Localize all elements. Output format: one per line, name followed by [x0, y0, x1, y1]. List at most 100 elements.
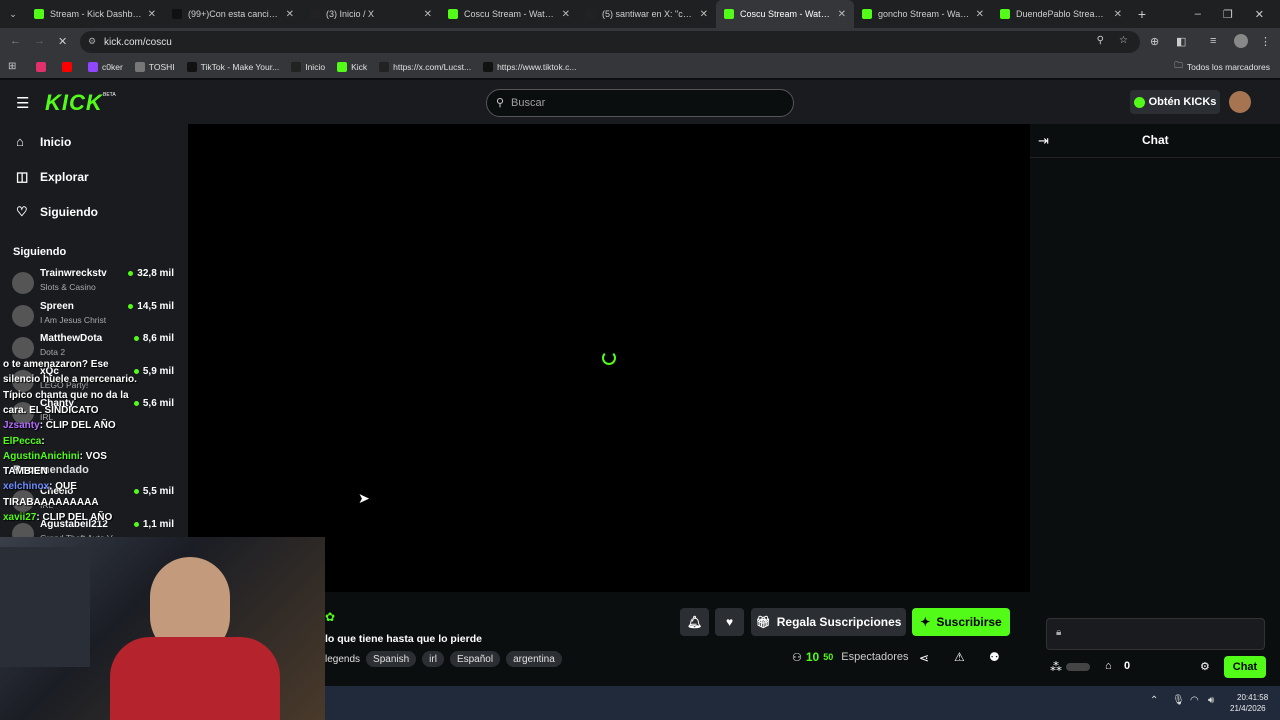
- viewer-count-text: 1,1 mil: [142, 518, 174, 530]
- browser-tab[interactable]: (5) santiwar en X: "coscu c ✕: [578, 0, 716, 28]
- minimize-icon[interactable]: –: [1195, 8, 1201, 21]
- tab-title: (99+)Con esta canción m: [188, 9, 280, 19]
- close-tab-icon[interactable]: ✕: [286, 9, 294, 20]
- bookmark-item[interactable]: [36, 62, 50, 72]
- kick-icon: [34, 9, 44, 19]
- share-icon[interactable]: ⋖: [919, 651, 929, 665]
- report-icon[interactable]: ⚠: [954, 650, 965, 664]
- chat-send-button[interactable]: Chat: [1224, 656, 1266, 678]
- x-icon: [291, 62, 302, 72]
- back-icon[interactable]: ←: [10, 35, 21, 47]
- volume-icon[interactable]: 🔊︎: [1208, 695, 1214, 706]
- new-tab-icon[interactable]: +: [1130, 6, 1154, 22]
- kick-logo[interactable]: KICK: [45, 90, 103, 116]
- follow-heart-button[interactable]: ♥: [715, 608, 744, 636]
- maximize-icon[interactable]: ❐: [1223, 8, 1233, 21]
- channel-item[interactable]: Trainwreckstv Slots & Casino 32,8 mil: [12, 268, 180, 298]
- x-icon: [586, 9, 596, 19]
- get-kicks-button[interactable]: Obtén KICKs: [1130, 90, 1220, 114]
- browser-tab[interactable]: (3) Inicio / X ✕: [302, 0, 440, 28]
- hamburger-menu-icon[interactable]: ☰: [16, 94, 29, 112]
- tab-search-icon[interactable]: ⌄: [0, 0, 26, 28]
- extension-icon[interactable]: ⊕: [1150, 35, 1159, 48]
- bookmark-item[interactable]: https://www.tiktok.c...: [483, 62, 576, 72]
- close-tab-icon[interactable]: ✕: [700, 9, 708, 20]
- nav-label: Inicio: [40, 134, 72, 149]
- media-icon[interactable]: ≡: [1210, 35, 1216, 47]
- bookmark-item[interactable]: c0ker: [88, 62, 123, 72]
- stream-tag[interactable]: Spanish: [366, 651, 417, 667]
- browser-tab[interactable]: goncho Stream - Watch L ✕: [854, 0, 992, 28]
- close-tab-icon[interactable]: ✕: [424, 9, 432, 20]
- chat-input[interactable]: 🔒︎: [1046, 618, 1265, 650]
- site-info-icon[interactable]: ⚙: [88, 36, 96, 47]
- close-tab-icon[interactable]: ✕: [148, 9, 156, 20]
- forward-icon[interactable]: →: [34, 35, 45, 47]
- zoom-icon[interactable]: ⚲: [1097, 35, 1104, 46]
- puzzle-icon[interactable]: ◧: [1176, 35, 1186, 48]
- search-input[interactable]: ⚲ Buscar: [486, 89, 794, 117]
- tab-title: Stream - Kick Dashboard: [50, 9, 142, 19]
- profile-avatar[interactable]: [1234, 34, 1248, 48]
- browser-tab[interactable]: Coscu Stream - Watch Liv ✕: [716, 0, 854, 28]
- bookmark-item[interactable]: TOSHI: [134, 62, 175, 72]
- user-avatar[interactable]: [1229, 91, 1251, 113]
- lock-icon: 🔒︎: [1056, 627, 1062, 638]
- wifi-icon[interactable]: ◠: [1190, 695, 1199, 706]
- store-icon[interactable]: ⌂: [1105, 660, 1112, 672]
- bookmark-item[interactable]: https://x.com/Lucst...: [379, 62, 471, 72]
- channel-name: Trainwreckstv: [40, 268, 107, 279]
- user-options-icon[interactable]: ⚉: [989, 650, 1000, 664]
- url-field[interactable]: ⚙ kick.com/coscu ⚲ ☆: [80, 31, 1140, 53]
- overlay-chat-text: : CLIP DEL AÑO: [36, 512, 113, 523]
- apps-icon[interactable]: ⊞: [8, 61, 16, 72]
- overlay-chat-text: : VOS: [79, 450, 107, 462]
- emote-icon[interactable]: ⁂: [1050, 660, 1062, 674]
- browser-tab[interactable]: (99+)Con esta canción m ✕: [164, 0, 302, 28]
- browser-tab[interactable]: Stream - Kick Dashboard ✕: [26, 0, 164, 28]
- stream-title: lo que tiene hasta que lo pierde: [325, 633, 482, 645]
- star-icon[interactable]: ☆: [1119, 35, 1128, 46]
- bookmark-item[interactable]: TikTok - Make Your...: [186, 62, 279, 72]
- browser-tab[interactable]: Coscu Stream - Watch Liv ✕: [440, 0, 578, 28]
- menu-icon[interactable]: ⋮: [1260, 35, 1271, 48]
- close-window-icon[interactable]: ✕: [1255, 8, 1264, 21]
- overlay-chat-line: xelchinox: QUE: [3, 481, 77, 492]
- chat-settings-icon[interactable]: ⚙: [1200, 660, 1210, 673]
- close-tab-icon[interactable]: ✕: [562, 9, 570, 20]
- nav-item-home[interactable]: ⌂ Inicio: [16, 134, 71, 149]
- tray-chevron-icon[interactable]: ⌃: [1150, 695, 1158, 706]
- close-tab-icon[interactable]: ✕: [838, 9, 846, 20]
- stream-tag[interactable]: Español: [449, 651, 501, 667]
- collapse-chat-icon[interactable]: ⇥: [1038, 133, 1049, 149]
- browser-tab-bar: ⌄ Stream - Kick Dashboard ✕ (99+)Con esta …: [0, 0, 1280, 28]
- channel-item[interactable]: Spreen I Am Jesus Christ 14,5 mil: [12, 301, 180, 331]
- stop-icon[interactable]: ✕: [58, 35, 67, 48]
- clock-date[interactable]: 21/4/2026: [1230, 704, 1266, 713]
- nav-item-heart[interactable]: ♡ Siguiendo: [16, 204, 98, 220]
- stream-tag[interactable]: irl: [422, 651, 444, 667]
- all-bookmarks[interactable]: 🗀 Todos los marcadores: [1174, 60, 1280, 74]
- nav-item-compass[interactable]: ◫ Explorar: [16, 169, 89, 185]
- loading-spinner: [602, 351, 616, 365]
- overlay-chat-text: Típico chanta que no da la: [3, 389, 129, 401]
- bookmark-item[interactable]: Kick: [337, 62, 367, 72]
- subscribe-button[interactable]: ✦ Suscribirse: [912, 608, 1010, 636]
- bookmark-item[interactable]: [62, 62, 76, 72]
- clock-time[interactable]: 20:41:58: [1237, 693, 1268, 702]
- channel-name: Spreen: [40, 300, 74, 312]
- gift-subs-button[interactable]: 🎁︎ Regala Suscripciones: [751, 608, 906, 636]
- stream-tag[interactable]: argentina: [506, 651, 562, 667]
- browser-tab[interactable]: DuendePablo Stream - W ✕: [992, 0, 1130, 28]
- channel-name: MatthewDota: [40, 333, 103, 344]
- channel-category: Slots & Casino: [40, 282, 96, 292]
- close-tab-icon[interactable]: ✕: [976, 9, 984, 20]
- channel-viewers: 5,5 mil: [133, 486, 174, 497]
- live-dot: [133, 521, 139, 527]
- toggle-switch[interactable]: [1066, 663, 1090, 671]
- close-tab-icon[interactable]: ✕: [1114, 9, 1122, 20]
- mic-icon[interactable]: 🎙︎: [1172, 695, 1185, 706]
- notification-bell-button[interactable]: 🔔︎: [680, 608, 709, 636]
- stream-tag[interactable]: legends: [325, 651, 360, 667]
- bookmark-item[interactable]: Inicio: [291, 62, 325, 72]
